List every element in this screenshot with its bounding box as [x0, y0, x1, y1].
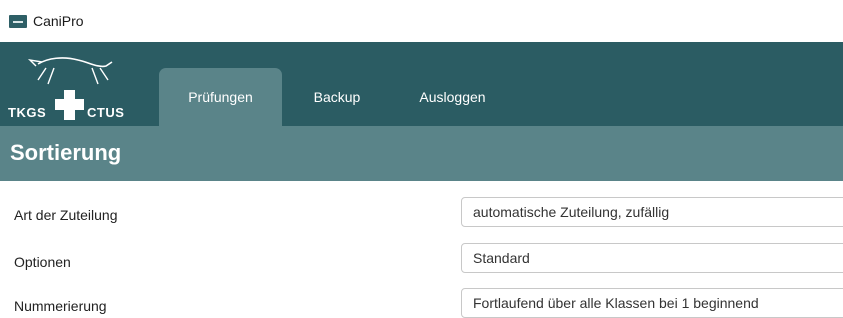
tab-pruefungen[interactable]: Prüfungen [159, 68, 282, 126]
window-title: CaniPro [33, 13, 84, 29]
art-der-zuteilung-label: Art der Zuteilung [14, 207, 118, 223]
section-title: Sortierung [10, 140, 122, 165]
section-header: Sortierung [0, 126, 843, 181]
art-der-zuteilung-select[interactable]: automatische Zuteilung, zufällig [461, 197, 843, 227]
tab-backup[interactable]: Backup [292, 68, 382, 126]
logo-text-right: CTUS [87, 105, 125, 120]
optionen-select[interactable]: Standard [461, 243, 843, 273]
window-titlebar: CaniPro [0, 0, 843, 42]
tab-label: Prüfungen [188, 89, 253, 105]
tab-ausloggen[interactable]: Ausloggen [395, 68, 510, 126]
optionen-label: Optionen [14, 254, 71, 270]
nummerierung-select[interactable]: Fortlaufend über alle Klassen bei 1 begi… [461, 288, 843, 318]
tab-label: Backup [313, 89, 361, 105]
nummerierung-label: Nummerierung [14, 298, 107, 314]
tab-label: Ausloggen [419, 89, 486, 105]
tkgs-ctus-logo: TKGS CTUS [8, 50, 133, 122]
logo-text-left: TKGS [8, 105, 47, 120]
canipro-app-icon [9, 15, 27, 28]
